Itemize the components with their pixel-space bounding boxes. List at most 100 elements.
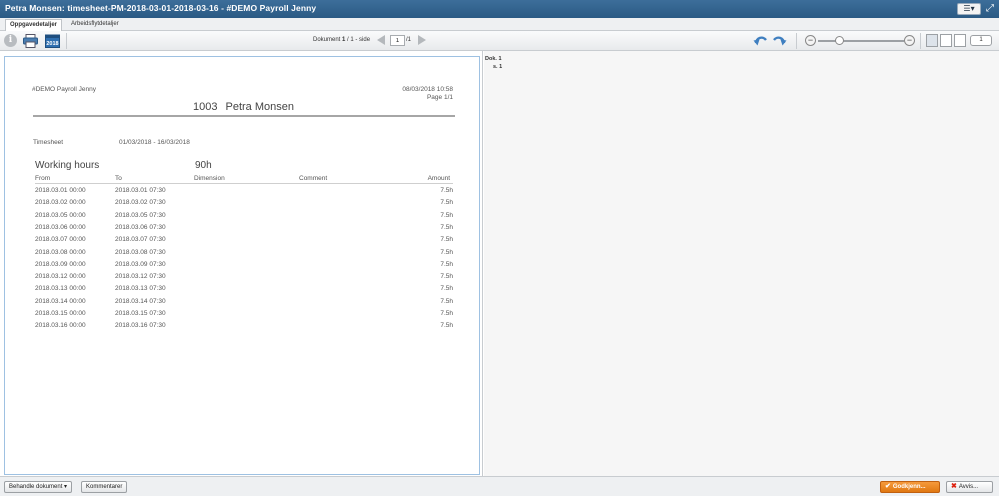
cell-to: 2018.03.16 07:30 (115, 322, 166, 330)
employee-id: 1003 (193, 101, 218, 113)
cell-amount: 7.5h (440, 248, 453, 256)
cell-to: 2018.03.09 07:30 (115, 260, 166, 268)
zoom-slider-thumb[interactable] (835, 36, 844, 45)
reject-button[interactable]: ✖ Avvis... (946, 481, 993, 493)
view-count-badge[interactable]: 1 (970, 35, 992, 46)
section-title: Working hours (35, 160, 100, 171)
info-icon[interactable]: i (4, 34, 17, 47)
cell-to: 2018.03.14 07:30 (115, 297, 166, 305)
rotate-left-icon[interactable] (753, 34, 769, 47)
page-total: /1 (406, 37, 412, 43)
table-row: 2018.03.15 00:00 2018.03.15 07:30 7.5h (35, 310, 453, 322)
cell-from: 2018.03.01 00:00 (35, 187, 86, 194)
rotate-right-icon[interactable] (771, 34, 787, 47)
app-window: Petra Monsen: timesheet-PM-2018-03-01-20… (0, 0, 999, 496)
pager-prefix: Dokument (313, 37, 341, 43)
expand-button[interactable]: ⤢ (984, 3, 996, 15)
cell-to: 2018.03.07 07:30 (115, 236, 166, 244)
cell-amount: 7.5h (440, 285, 453, 293)
list-menu-button[interactable]: ☰▾ (957, 3, 981, 15)
thumbnail-doc-label[interactable]: Dok. 1 (485, 56, 502, 62)
zoom-slider-track[interactable] (818, 40, 904, 42)
single-page-view-icon[interactable] (926, 34, 938, 47)
table-row: 2018.03.13 00:00 2018.03.13 07:30 7.5h (35, 285, 453, 297)
table-row: 2018.03.08 00:00 2018.03.08 07:30 7.5h (35, 249, 453, 261)
approve-label: Godkjenn... (892, 484, 926, 490)
timesheet-label: Timesheet (33, 139, 64, 146)
cell-to: 2018.03.08 07:30 (115, 248, 166, 256)
cell-to: 2018.03.05 07:30 (115, 211, 166, 219)
pager-label: Dokument 1 / 1 - side (313, 37, 370, 43)
cell-amount: 7.5h (440, 211, 453, 219)
cell-to: 2018.03.15 07:30 (115, 310, 166, 317)
process-document-button[interactable]: Behandle dokument ▾ (4, 481, 73, 493)
two-page-view-icon[interactable] (940, 34, 952, 47)
cell-amount: 7.5h (440, 260, 453, 268)
cell-from: 2018.03.02 00:00 (35, 199, 86, 207)
column-header-from: From (35, 175, 51, 182)
cell-from: 2018.03.06 00:00 (35, 223, 86, 231)
column-header-dimension: Dimension (194, 175, 225, 182)
table-row: 2018.03.01 00:00 2018.03.01 07:30 7.5h (35, 187, 453, 199)
table-row: 2018.03.02 00:00 2018.03.02 07:30 7.5h (35, 199, 453, 211)
cell-to: 2018.03.13 07:30 (115, 285, 166, 293)
column-header-comment: Comment (299, 175, 328, 182)
employee-name: Petra Monsen (225, 101, 294, 113)
page-number-input[interactable] (390, 35, 405, 46)
cell-from: 2018.03.15 00:00 (35, 310, 86, 317)
cell-amount: 7.5h (440, 310, 453, 317)
toolbar-divider (66, 33, 67, 49)
document-viewer: #DEMO Payroll Jenny 08/03/2018 10:58 Pag… (0, 51, 483, 476)
print-date: 08/03/2018 10:58 (402, 86, 453, 93)
tab-task-details[interactable]: Oppgavedetaljer (5, 19, 63, 31)
print-icon[interactable] (23, 34, 38, 48)
cell-amount: 7.5h (440, 187, 453, 194)
heading-rule (33, 115, 455, 117)
action-bar: Behandle dokument ▾ Kommentarer ✔ Godkjen… (0, 476, 999, 496)
zoom-out-button[interactable]: − (805, 35, 816, 46)
cell-amount: 7.5h (440, 273, 453, 281)
cell-amount: 7.5h (440, 199, 453, 207)
cell-to: 2018.03.06 07:30 (115, 223, 166, 231)
toolbar-divider (796, 33, 797, 49)
pager-doc-sep: / 1 - side (347, 37, 371, 43)
table-row: 2018.03.06 00:00 2018.03.06 07:30 7.5h (35, 224, 453, 236)
cell-from: 2018.03.09 00:00 (35, 260, 86, 268)
zoom-in-button[interactable]: − (904, 35, 915, 46)
cell-amount: 7.5h (440, 236, 453, 244)
previous-page-icon[interactable] (377, 35, 385, 45)
grid-view-icon[interactable] (954, 34, 966, 47)
toolbar-divider (920, 33, 921, 49)
comments-button[interactable]: Kommentarer (81, 481, 128, 493)
section-total: 90h (195, 160, 212, 171)
calendar-icon[interactable]: 2018 (45, 34, 60, 48)
next-page-icon[interactable] (418, 35, 426, 45)
table-row: 2018.03.09 00:00 2018.03.09 07:30 7.5h (35, 261, 453, 273)
cell-amount: 7.5h (440, 223, 453, 231)
close-icon: ✖ (951, 483, 957, 490)
cell-from: 2018.03.08 00:00 (35, 248, 86, 256)
table-row: 2018.03.16 00:00 2018.03.16 07:30 7.5h (35, 322, 453, 334)
thumbnail-page-label[interactable]: s. 1 (493, 64, 502, 70)
cell-amount: 7.5h (440, 322, 453, 330)
window-title: Petra Monsen: timesheet-PM-2018-03-01-20… (5, 3, 317, 13)
cell-amount: 7.5h (440, 297, 453, 305)
page-number: Page 1/1 (426, 94, 453, 101)
cell-from: 2018.03.12 00:00 (35, 273, 86, 281)
cell-to: 2018.03.02 07:30 (115, 199, 166, 207)
cell-from: 2018.03.16 00:00 (35, 322, 86, 330)
check-icon: ✔ (885, 483, 891, 490)
table-row: 2018.03.07 00:00 2018.03.07 07:30 7.5h (35, 236, 453, 248)
tab-workflow-details[interactable]: Arbeidsflytdetaljer (67, 19, 123, 31)
expand-icon: ⤢ (986, 3, 994, 14)
company-name: #DEMO Payroll Jenny (32, 86, 96, 93)
title-bar: Petra Monsen: timesheet-PM-2018-03-01-20… (0, 0, 999, 18)
cell-from: 2018.03.14 00:00 (35, 297, 86, 305)
list-menu-icon: ☰▾ (963, 4, 975, 13)
cell-to: 2018.03.12 07:30 (115, 273, 166, 281)
approve-button[interactable]: ✔ Godkjenn... (880, 481, 940, 493)
tab-bar: Oppgavedetaljer Arbeidsflytdetaljer (0, 18, 999, 31)
employee-heading: 1003 Petra Monsen (193, 101, 294, 113)
svg-text:2018: 2018 (46, 41, 58, 47)
thumbnail-panel (484, 51, 999, 476)
